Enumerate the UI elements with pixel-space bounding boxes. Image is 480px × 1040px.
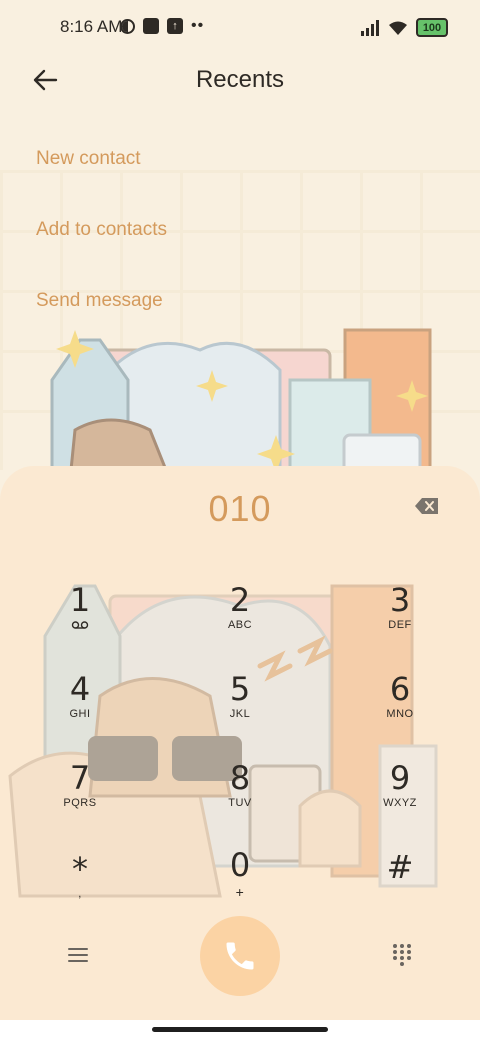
wifi-icon bbox=[389, 21, 407, 35]
key-0-digit: 0 bbox=[229, 846, 251, 884]
key-3-letters: DEF bbox=[388, 619, 412, 631]
key-9-digit: 9 bbox=[389, 759, 411, 797]
key-hash[interactable]: # bbox=[350, 850, 450, 926]
home-indicator[interactable] bbox=[152, 1027, 328, 1032]
key-7-digit: 7 bbox=[69, 759, 91, 797]
key-8-digit: 8 bbox=[229, 759, 251, 797]
backspace-icon[interactable] bbox=[414, 496, 440, 516]
key-6[interactable]: 6 MNO bbox=[350, 672, 450, 748]
status-right-icons: 100 bbox=[360, 18, 448, 37]
key-7[interactable]: 7 PQRS bbox=[30, 761, 130, 837]
key-0[interactable]: 0 + bbox=[190, 848, 290, 924]
key-2-letters: ABC bbox=[227, 619, 253, 631]
key-1[interactable]: 1 bbox=[30, 583, 130, 659]
signal-icon bbox=[361, 19, 379, 36]
dialpad-toggle-icon[interactable] bbox=[390, 942, 414, 966]
call-button[interactable] bbox=[200, 916, 280, 996]
status-time: 8:16 AM bbox=[60, 17, 123, 36]
key-9-letters: WXYZ bbox=[383, 797, 417, 809]
status-bar: 8:16 AM ↑ •• 100 bbox=[0, 0, 480, 56]
key-3[interactable]: 3 DEF bbox=[350, 583, 450, 659]
key-4-letters: GHI bbox=[69, 708, 91, 720]
key-3-digit: 3 bbox=[389, 581, 411, 619]
dialed-number: 010 bbox=[208, 488, 272, 529]
theme-illustration-top bbox=[50, 328, 432, 480]
key-star[interactable]: * , bbox=[30, 852, 130, 928]
key-4[interactable]: 4 GHI bbox=[30, 672, 130, 748]
key-8[interactable]: 8 TUV bbox=[190, 761, 290, 837]
more-dots-icon: •• bbox=[191, 17, 205, 34]
new-contact-button[interactable]: New contact bbox=[36, 148, 141, 170]
voicemail-icon bbox=[71, 621, 89, 629]
key-1-digit: 1 bbox=[69, 581, 91, 619]
key-0-letters: + bbox=[235, 884, 245, 900]
key-star-letters: , bbox=[78, 888, 82, 900]
key-7-letters: PQRS bbox=[63, 797, 97, 809]
key-star-digit: * bbox=[72, 850, 88, 888]
key-2[interactable]: 2 ABC bbox=[190, 583, 290, 659]
key-hash-digit: # bbox=[386, 848, 414, 886]
upload-icon: ↑ bbox=[167, 18, 183, 34]
key-6-letters: MNO bbox=[386, 708, 414, 720]
battery-icon: 100 bbox=[416, 18, 448, 37]
add-to-contacts-button[interactable]: Add to contacts bbox=[36, 219, 167, 241]
status-left-icons: ↑ •• bbox=[120, 18, 204, 34]
key-5[interactable]: 5 JKL bbox=[190, 672, 290, 748]
key-4-digit: 4 bbox=[69, 670, 91, 708]
key-5-letters: JKL bbox=[229, 708, 251, 720]
page-title: Recents bbox=[195, 66, 285, 93]
key-6-digit: 6 bbox=[389, 670, 411, 708]
key-9[interactable]: 9 WXYZ bbox=[350, 761, 450, 837]
phone-icon bbox=[226, 942, 254, 970]
menu-icon[interactable] bbox=[66, 944, 90, 966]
app-notification-icon bbox=[143, 18, 159, 34]
key-5-digit: 5 bbox=[229, 670, 251, 708]
data-saver-icon bbox=[120, 18, 135, 34]
key-2-digit: 2 bbox=[229, 581, 251, 619]
key-8-letters: TUV bbox=[228, 797, 252, 809]
